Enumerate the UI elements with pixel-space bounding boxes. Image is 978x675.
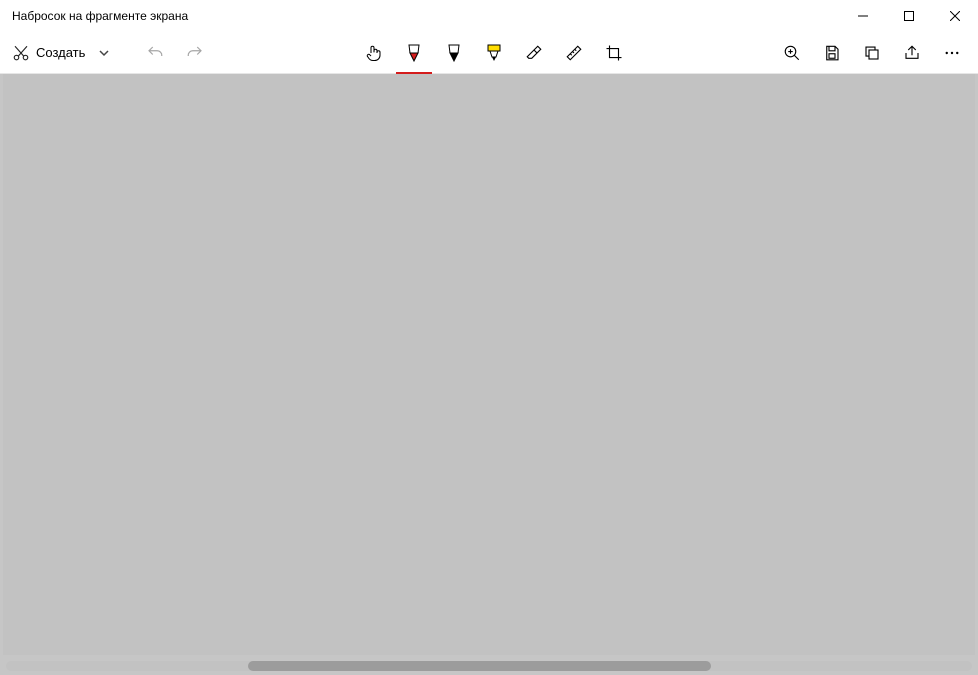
highlighter-icon (485, 43, 503, 63)
history-group (135, 33, 215, 73)
ruler-icon (565, 44, 583, 62)
share-icon (903, 44, 921, 62)
app-window: Набросок на фрагменте экрана Создать (0, 0, 978, 675)
redo-button[interactable] (175, 33, 215, 73)
undo-button[interactable] (135, 33, 175, 73)
copy-icon (863, 44, 881, 62)
ballpoint-pen-icon (405, 43, 423, 63)
actions-group (772, 33, 972, 73)
ballpoint-pen-button[interactable] (394, 33, 434, 73)
snip-new-icon (12, 44, 30, 62)
horizontal-scrollbar[interactable] (6, 661, 972, 671)
highlighter-button[interactable] (474, 33, 514, 73)
eraser-icon (525, 44, 543, 62)
undo-icon (146, 44, 164, 62)
new-snip-group: Создать (6, 37, 117, 69)
new-snip-button[interactable]: Создать (6, 40, 91, 66)
scrollbar-thumb[interactable] (248, 661, 712, 671)
save-button[interactable] (812, 33, 852, 73)
ruler-button[interactable] (554, 33, 594, 73)
close-icon (950, 11, 960, 21)
pencil-icon (445, 43, 463, 63)
redo-icon (186, 44, 204, 62)
minimize-button[interactable] (840, 0, 886, 32)
eraser-button[interactable] (514, 33, 554, 73)
window-controls (840, 0, 978, 32)
chevron-down-icon (98, 47, 110, 59)
new-snip-label: Создать (36, 45, 85, 60)
copy-button[interactable] (852, 33, 892, 73)
pencil-button[interactable] (434, 33, 474, 73)
window-title: Набросок на фрагменте экрана (12, 9, 188, 23)
maximize-button[interactable] (886, 0, 932, 32)
share-button[interactable] (892, 33, 932, 73)
touch-write-icon (365, 44, 383, 62)
minimize-icon (858, 11, 868, 21)
touch-writing-button[interactable] (354, 33, 394, 73)
toolbar: Создать (0, 32, 978, 74)
zoom-icon (783, 44, 801, 62)
new-snip-dropdown[interactable] (91, 37, 117, 69)
more-button[interactable] (932, 33, 972, 73)
canvas-area[interactable] (0, 74, 978, 675)
tools-group (354, 33, 634, 73)
more-icon (943, 44, 961, 62)
save-icon (823, 44, 841, 62)
titlebar: Набросок на фрагменте экрана (0, 0, 978, 32)
crop-icon (605, 44, 623, 62)
zoom-button[interactable] (772, 33, 812, 73)
maximize-icon (904, 11, 914, 21)
crop-button[interactable] (594, 33, 634, 73)
close-button[interactable] (932, 0, 978, 32)
